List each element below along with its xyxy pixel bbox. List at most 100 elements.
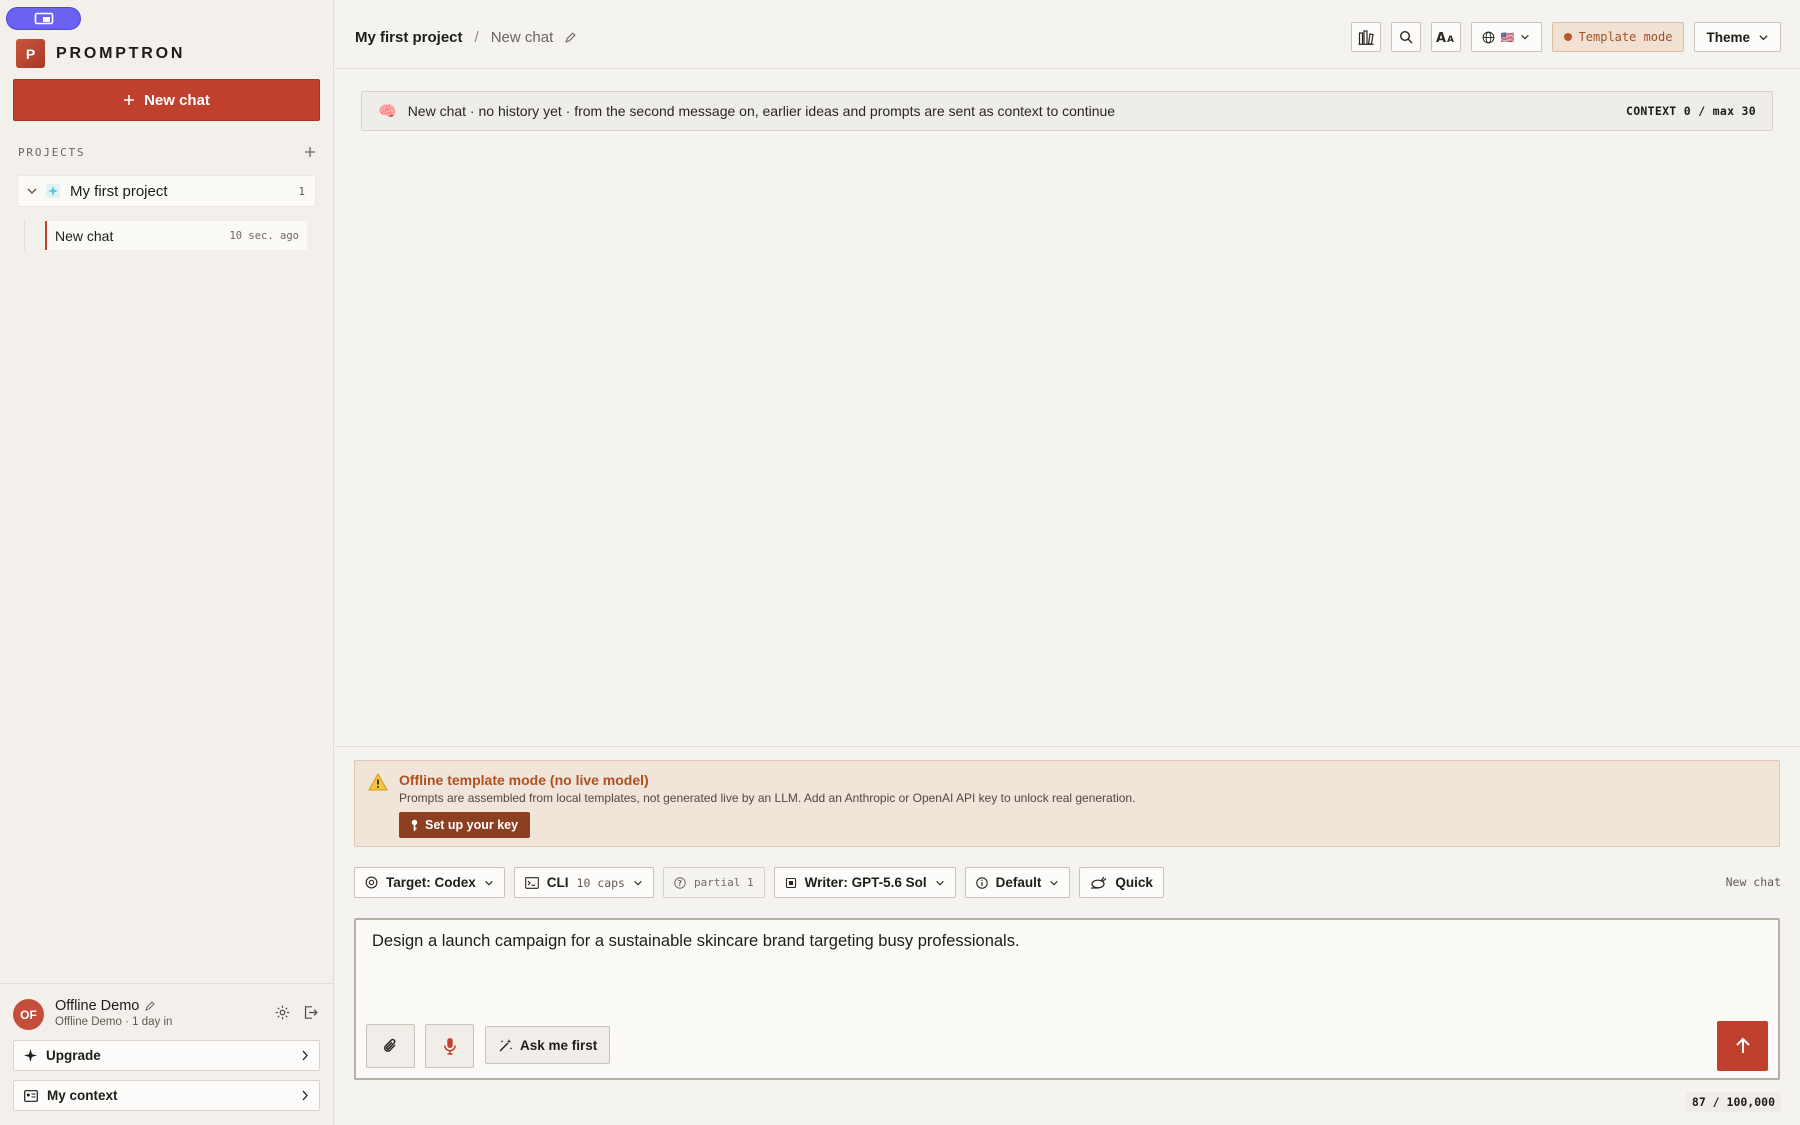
offline-warning: Offline template mode (no live model) Pr… [354, 760, 1780, 847]
chevron-right-icon [302, 1050, 308, 1061]
prompt-composer[interactable]: Design a launch campaign for a sustainab… [354, 918, 1780, 1080]
paperclip-icon [383, 1038, 396, 1052]
cli-label: CLI [546, 875, 569, 890]
breadcrumb-separator: / [474, 29, 479, 46]
cli-select[interactable]: CLI 10 caps [513, 867, 654, 898]
composer-divider [335, 746, 1800, 747]
theme-select[interactable]: Theme [1694, 22, 1781, 52]
target-select[interactable]: Target: Codex [354, 867, 505, 898]
rabbit-icon [1091, 876, 1107, 889]
template-mode-label: Template mode [1578, 30, 1673, 44]
gear-icon[interactable] [274, 1004, 291, 1021]
ask-me-first-label: Ask me first [520, 1037, 598, 1053]
warning-text: Prompts are assembled from local templat… [399, 791, 1136, 805]
font-size-button[interactable]: AA [1430, 22, 1461, 52]
context-bar: 🧠 New chat · no history yet · from the s… [361, 91, 1773, 131]
header: My first project / New chat AA 🇺🇸 Templa… [335, 0, 1800, 69]
status-dot [1563, 33, 1572, 41]
magic-wand-icon [499, 1038, 513, 1052]
brand-logo: P [16, 39, 45, 68]
writer-label: Writer: GPT-5.6 Sol [804, 875, 927, 890]
setup-key-button[interactable]: Set up your key [399, 812, 531, 838]
user-area: OF Offline Demo Offline Demo · 1 day in … [0, 983, 334, 1125]
monitor-icon [34, 12, 53, 24]
chip-icon [785, 877, 796, 888]
breadcrumb-project[interactable]: My first project [355, 29, 463, 46]
chevron-down-icon [1050, 880, 1059, 885]
warning-title: Offline template mode (no live model) [399, 772, 649, 788]
logout-icon[interactable] [302, 1004, 319, 1021]
chevron-down-icon [935, 880, 944, 885]
composer-options: Target: Codex CLI 10 caps ? partial 1 Wr… [354, 867, 1164, 898]
user-name[interactable]: Offline Demo [55, 998, 156, 1014]
project-item[interactable]: My first project 1 [17, 175, 316, 207]
chat-status-label: New chat [1725, 875, 1781, 889]
attach-button[interactable] [366, 1024, 415, 1068]
rename-icon[interactable] [565, 32, 576, 43]
id-card-icon [24, 1089, 38, 1102]
chat-item[interactable]: New chat 10 sec. ago [45, 221, 307, 250]
chat-title: New chat [55, 227, 114, 244]
brain-icon: 🧠 [378, 103, 397, 120]
context-message: New chat · no history yet · from the sec… [407, 103, 1116, 119]
new-chat-label: New chat [144, 91, 210, 109]
target-label: Target: Codex [386, 875, 476, 890]
character-counter: 87 / 100,000 [1685, 1092, 1781, 1112]
chevron-right-icon [302, 1090, 308, 1101]
font-size-icon: AA [1436, 31, 1454, 44]
target-icon [365, 876, 378, 889]
help-circle-icon: ? [674, 876, 686, 889]
partial-badge[interactable]: ? partial 1 [662, 867, 765, 898]
brand[interactable]: P PROMPTRON [16, 39, 185, 68]
context-counter: CONTEXT 0 / max 30 [1625, 104, 1756, 118]
svg-text:A: A [1447, 35, 1454, 44]
user-name-text: Offline Demo [55, 998, 140, 1014]
partial-label: partial 1 [693, 876, 754, 889]
project-spark-icon [46, 184, 60, 198]
search-icon [1399, 30, 1413, 44]
speed-label: Quick [1115, 875, 1153, 890]
screen-toggle-button[interactable] [6, 7, 81, 30]
prompt-input[interactable]: Design a launch campaign for a sustainab… [372, 932, 1020, 951]
microphone-icon [443, 1038, 456, 1055]
sparkle-icon [24, 1049, 37, 1062]
chevron-down-icon [1759, 34, 1768, 40]
language-select[interactable]: 🇺🇸 [1470, 22, 1542, 52]
mode-label: Default [995, 875, 1042, 890]
upgrade-label: Upgrade [46, 1048, 101, 1063]
library-icon [1358, 29, 1374, 45]
chevron-down-icon[interactable] [26, 185, 38, 197]
my-context-label: My context [47, 1088, 118, 1103]
new-chat-button[interactable]: New chat [13, 79, 320, 121]
project-count: 1 [298, 184, 305, 198]
plus-icon [124, 95, 135, 105]
header-tools: AA 🇺🇸 Template mode Theme [1350, 22, 1781, 52]
user-subtitle: Offline Demo · 1 day in [55, 1016, 173, 1028]
arrow-up-icon [1735, 1037, 1750, 1053]
speed-toggle[interactable]: Quick [1079, 867, 1164, 898]
add-project-icon[interactable] [304, 146, 316, 158]
mode-select[interactable]: Default [964, 867, 1071, 898]
sidebar: P PROMPTRON New chat PROJECTS My first p… [0, 0, 334, 1125]
globe-icon [1482, 31, 1495, 43]
send-button[interactable] [1717, 1021, 1768, 1071]
template-mode-badge[interactable]: Template mode [1551, 22, 1685, 52]
avatar[interactable]: OF [13, 999, 44, 1030]
projects-label: PROJECTS [18, 145, 86, 159]
search-button[interactable] [1390, 22, 1421, 52]
tree-line [24, 221, 25, 250]
writer-select[interactable]: Writer: GPT-5.6 Sol [773, 867, 956, 898]
my-context-button[interactable]: My context [13, 1080, 320, 1111]
edit-icon[interactable] [145, 1001, 156, 1011]
library-button[interactable] [1350, 22, 1381, 52]
cli-caps: 10 caps [576, 875, 625, 890]
theme-label: Theme [1706, 29, 1750, 45]
project-name: My first project [70, 182, 168, 200]
chevron-down-icon [485, 880, 493, 885]
ask-me-first-button[interactable]: Ask me first [485, 1026, 611, 1064]
setup-key-label: Set up your key [425, 818, 519, 832]
upgrade-button[interactable]: Upgrade [13, 1040, 320, 1071]
flag-icon: 🇺🇸 [1500, 31, 1515, 44]
terminal-icon [524, 876, 539, 889]
microphone-button[interactable] [425, 1024, 474, 1068]
